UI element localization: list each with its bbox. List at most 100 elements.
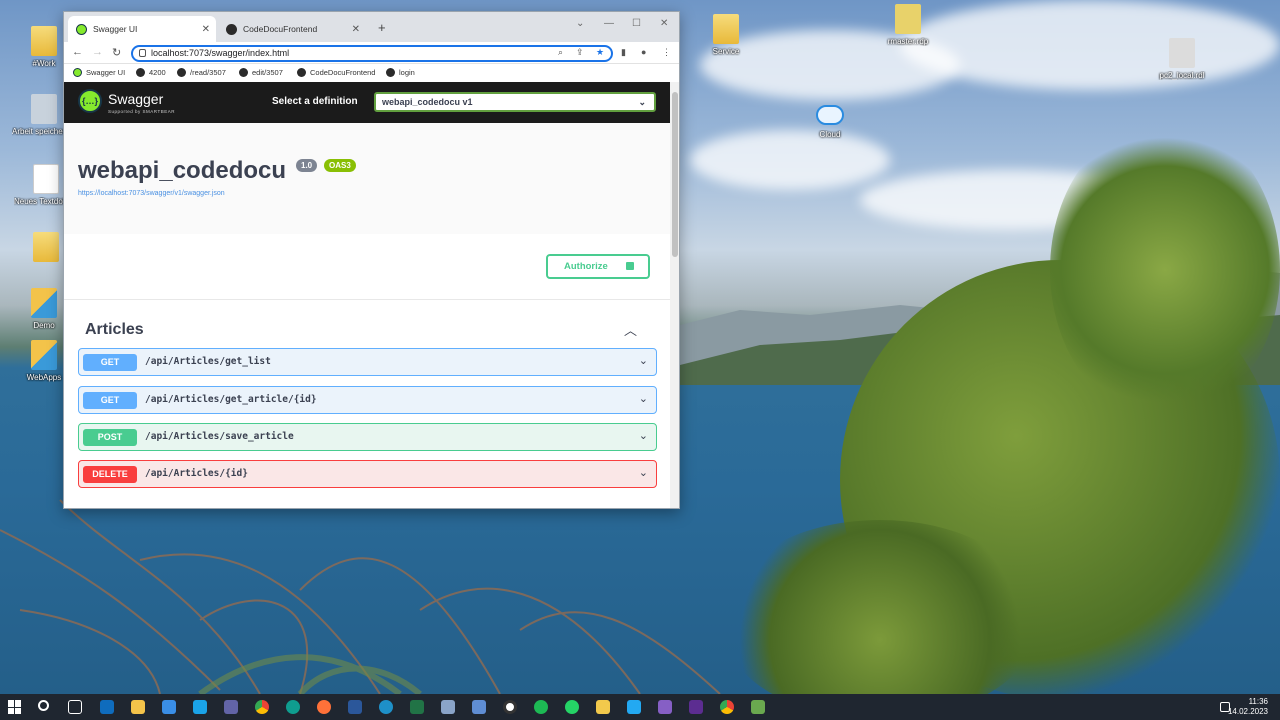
chrome-icon[interactable]: [720, 700, 734, 714]
share-icon[interactable]: ⇪: [576, 47, 584, 58]
file-explorer-icon[interactable]: [131, 700, 145, 714]
swagger-brand-sub: Supported by SMARTBEAR: [108, 109, 175, 114]
operation-path: /api/Articles/save_article: [145, 431, 294, 442]
desktop-icon-rmaster[interactable]: rmaster.rdp: [876, 4, 940, 46]
tab-swagger-ui[interactable]: Swagger UI ✕: [68, 16, 216, 42]
definition-select[interactable]: webapi_codedocu v1 ⌄: [374, 92, 656, 112]
operation-get-list[interactable]: GET /api/Articles/get_list ⌄: [78, 348, 657, 376]
folder-icon: [31, 26, 57, 56]
document-icon: [33, 164, 59, 194]
back-arrow-icon[interactable]: ←: [72, 46, 83, 58]
api-info: webapi_codedocu 1.0 OAS3 https://localho…: [64, 123, 670, 234]
system-clock[interactable]: 11:36 14.02.2023: [1228, 697, 1268, 717]
menu-icon[interactable]: ⋮: [662, 47, 671, 58]
app-icon[interactable]: [689, 700, 703, 714]
angular-favicon-icon: [297, 68, 306, 77]
task-view-icon[interactable]: [68, 700, 82, 714]
tab-codedocufrontend[interactable]: CodeDocuFrontend ✕: [218, 16, 366, 42]
close-tab-icon[interactable]: ✕: [202, 24, 210, 35]
method-badge: GET: [83, 354, 137, 371]
spec-url-link[interactable]: https://localhost:7073/swagger/v1/swagge…: [78, 190, 225, 197]
page-scrollbar[interactable]: [670, 82, 679, 508]
desktop-icon-pc2-local[interactable]: pc2_local.rdl: [1150, 38, 1214, 80]
method-badge: DELETE: [83, 466, 137, 483]
windows-start-icon[interactable]: [8, 700, 22, 714]
angular-favicon-icon: [177, 68, 186, 77]
swagger-favicon-icon: [76, 23, 87, 35]
chrome-icon[interactable]: [255, 700, 269, 714]
record-icon[interactable]: [503, 700, 517, 714]
whatsapp-icon[interactable]: [565, 700, 579, 714]
swagger-logo-icon[interactable]: {…}: [78, 89, 102, 113]
folder-icon: [713, 14, 739, 44]
spotify-icon[interactable]: [534, 700, 548, 714]
bookmark-star-icon[interactable]: ★: [596, 47, 604, 58]
bookmark-codedocufrontend[interactable]: CodeDocuFrontend: [297, 68, 375, 77]
method-badge: GET: [83, 392, 137, 409]
app-icon[interactable]: [193, 700, 207, 714]
word-icon[interactable]: [348, 700, 362, 714]
profile-icon[interactable]: ●: [641, 47, 646, 57]
bookmark-4200[interactable]: 4200: [136, 68, 166, 77]
operation-delete-article[interactable]: DELETE /api/Articles/{id} ⌄: [78, 460, 657, 488]
chevron-down-icon[interactable]: ⌄: [639, 429, 648, 442]
scrollbar-thumb[interactable]: [672, 92, 678, 257]
settings-file-icon: [1169, 38, 1195, 68]
shortcut-icon: [31, 94, 57, 124]
forward-arrow-icon[interactable]: →: [92, 46, 103, 58]
zoom-icon[interactable]: ⌕: [558, 47, 563, 58]
close-window-button[interactable]: ✕: [660, 18, 668, 29]
minimize-button[interactable]: —: [604, 18, 614, 29]
swagger-brand: Swagger: [108, 91, 164, 107]
operation-get-article[interactable]: GET /api/Articles/get_article/{id} ⌄: [78, 386, 657, 414]
store-icon[interactable]: [162, 700, 176, 714]
operation-post-save-article[interactable]: POST /api/Articles/save_article ⌄: [78, 423, 657, 451]
authorize-label: Authorize: [564, 261, 608, 272]
maximize-button[interactable]: ☐: [632, 18, 641, 29]
url-input[interactable]: localhost:7073/swagger/index.html: [131, 45, 613, 62]
sky-cloud: [690, 130, 890, 190]
authorize-button[interactable]: Authorize: [546, 254, 650, 279]
app-icon[interactable]: [472, 700, 486, 714]
bookmark-login[interactable]: login: [386, 68, 415, 77]
app-icon[interactable]: [441, 700, 455, 714]
tag-title: Articles: [85, 321, 144, 338]
definition-label: Select a definition: [272, 96, 358, 107]
chevron-up-icon[interactable]: ︿: [624, 320, 637, 339]
chevron-down-icon[interactable]: ⌄: [639, 354, 648, 367]
angular-favicon-icon: [386, 68, 395, 77]
search-icon[interactable]: [38, 700, 49, 711]
close-tab-icon[interactable]: ✕: [352, 24, 360, 35]
excel-icon[interactable]: [410, 700, 424, 714]
desktop-icon-cloud[interactable]: Cloud: [798, 100, 862, 139]
teams-icon[interactable]: [224, 700, 238, 714]
chevron-down-icon[interactable]: ⌄: [639, 392, 648, 405]
bookmark-label: 4200: [149, 68, 166, 77]
app-icon: [31, 340, 57, 370]
operation-path: /api/Articles/{id}: [145, 468, 248, 479]
swagger-page: {…} Swagger Supported by SMARTBEAR Selec…: [64, 82, 670, 508]
tab-title: Swagger UI: [93, 24, 138, 34]
tag-section-articles[interactable]: Articles ︿: [64, 300, 670, 348]
new-tab-button[interactable]: +: [378, 20, 386, 35]
sticky-notes-icon[interactable]: [596, 700, 610, 714]
bookmark-label: CodeDocuFrontend: [310, 68, 376, 77]
outlook-icon[interactable]: [100, 700, 114, 714]
bookmark-swagger-ui[interactable]: Swagger UI: [73, 68, 125, 77]
bookmark-read-3507[interactable]: /read/3507: [177, 68, 226, 77]
chevron-down-icon[interactable]: ⌄: [576, 18, 584, 29]
app-icon[interactable]: [751, 700, 765, 714]
chevron-down-icon[interactable]: ⌄: [639, 466, 648, 479]
swagger-header: {…} Swagger Supported by SMARTBEAR Selec…: [64, 82, 670, 123]
bookmark-label: login: [399, 68, 415, 77]
desktop-icon-service[interactable]: Service: [694, 14, 758, 56]
bookmark-edit-3507[interactable]: edit/3507: [239, 68, 283, 77]
reload-icon[interactable]: ↻: [112, 46, 121, 59]
bookmarks-bar: Swagger UI 4200 /read/3507 edit/3507 Cod…: [64, 64, 679, 83]
firefox-icon[interactable]: [317, 700, 331, 714]
visual-studio-icon[interactable]: [658, 700, 672, 714]
app-icon[interactable]: [379, 700, 393, 714]
vscode-icon[interactable]: [627, 700, 641, 714]
sidebar-icon[interactable]: ▮: [621, 47, 626, 58]
edge-icon[interactable]: [286, 700, 300, 714]
